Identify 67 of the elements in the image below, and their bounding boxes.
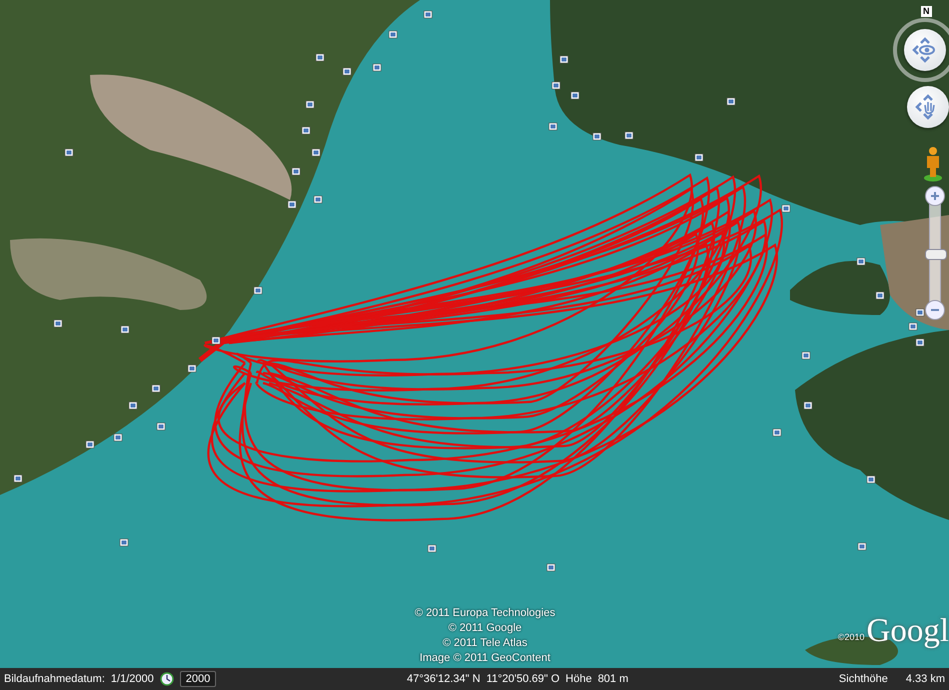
photo-marker-icon[interactable] [312,148,320,156]
photo-marker-icon[interactable] [292,168,300,176]
copyright-year: ©2010 [838,632,864,642]
photo-marker-icon[interactable] [254,286,262,294]
eye-altitude-label: Sichthöhe [838,673,888,685]
photo-marker-icon[interactable] [694,154,704,162]
photo-marker-icon[interactable] [560,56,568,64]
photo-marker-icon[interactable] [54,320,62,328]
photo-marker-icon[interactable] [188,364,196,372]
photo-marker-icon[interactable] [64,148,74,156]
photo-marker-icon[interactable] [624,132,634,140]
photo-marker-icon[interactable] [570,92,580,100]
photo-marker-icon[interactable] [288,200,296,208]
copyright-text: © 2011 Google [448,621,522,636]
photo-marker-icon[interactable] [302,126,310,134]
eye-altitude-value: 4.33 km [906,673,945,685]
latitude: 47°36'12.34" N [406,673,480,685]
photo-marker-icon[interactable] [388,30,398,38]
photo-marker-icon[interactable] [916,308,924,316]
elevation-value: 801 m [598,673,628,685]
photo-marker-icon[interactable] [802,352,810,360]
photo-marker-icon[interactable] [866,476,876,484]
imagery-date-label: Bildaufnahmedatum: [4,673,105,685]
photo-marker-icon[interactable] [156,422,166,430]
photo-marker-icon[interactable] [804,402,812,410]
photo-marker-icon[interactable] [546,564,556,572]
photo-marker-icon[interactable] [772,428,782,436]
copyright-text: © 2011 Europa Technologies [414,606,556,621]
photo-marker-icon[interactable] [120,538,128,546]
photo-marker-icon[interactable] [548,122,558,130]
north-label: N [921,6,932,17]
photo-marker-icon[interactable] [372,64,382,72]
photo-marker-icon[interactable] [14,474,22,482]
photo-marker-icon[interactable] [306,100,314,108]
pegman-icon[interactable] [923,146,943,182]
photo-marker-icon[interactable] [908,322,918,330]
historical-imagery-button[interactable]: 2000 [180,671,216,687]
photo-marker-icon[interactable] [114,434,122,442]
photo-marker-icon[interactable] [316,54,324,62]
photo-marker-icon[interactable] [782,204,790,212]
photo-marker-icon[interactable] [128,402,138,410]
elevation-label: Höhe [566,673,592,685]
plus-icon [930,191,940,201]
photo-marker-icon[interactable] [858,542,866,550]
photo-marker-icon[interactable] [314,196,322,204]
photo-marker-icon[interactable] [424,10,432,18]
photo-marker-icon[interactable] [916,338,924,346]
photo-marker-icon[interactable] [152,384,160,392]
compass-ring[interactable] [893,18,949,82]
photo-marker-icon[interactable] [856,258,866,266]
photo-marker-icon[interactable] [592,132,602,140]
satellite-map[interactable]: N © 2011 Europa Technologies © 2011 Google © 2011 Tele Atlas Image © 2011 GeoContent ©2010 Googl [0,0,949,668]
photo-marker-icon[interactable] [120,326,130,334]
photo-marker-icon[interactable] [428,544,436,552]
photo-marker-icon[interactable] [726,98,736,106]
imagery-date: 1/1/2000 [110,673,154,685]
copyright-text: © 2011 Tele Atlas [442,636,528,651]
logo-text: Googl [866,614,949,648]
photo-marker-icon[interactable] [86,440,94,448]
copyright-text: Image © 2011 GeoContent [420,651,550,666]
photo-marker-icon[interactable] [552,82,560,90]
photo-marker-icon[interactable] [212,336,220,344]
zoom-slider[interactable] [925,186,945,320]
clock-icon[interactable] [160,672,174,686]
photo-marker-icon[interactable] [876,292,884,300]
photo-marker-icon[interactable] [342,68,352,76]
longitude: 11°20'50.69" O [486,673,560,685]
